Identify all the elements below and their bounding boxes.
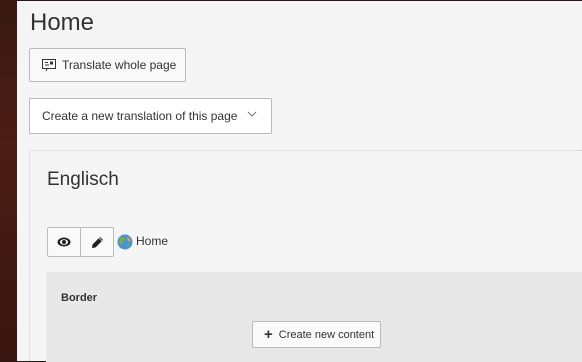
view-page-button[interactable]: [48, 228, 80, 256]
translation-select[interactable]: Create a new translation of this page: [29, 98, 272, 134]
pencil-icon: [91, 236, 103, 248]
translate-whole-page-button[interactable]: Translate whole page: [29, 48, 186, 82]
chevron-down-icon: [247, 111, 257, 117]
background-edge: [0, 0, 17, 361]
language-title: Englisch: [47, 169, 119, 190]
page-title: Home: [30, 9, 95, 36]
content-column: Border + Create new content: [46, 272, 582, 362]
main-panel: Home Translate whole page Create a new t…: [17, 1, 582, 362]
eye-icon: [57, 237, 71, 247]
column-title: Border: [61, 292, 98, 304]
language-section: Englisch Home Border + Create new conten…: [29, 150, 582, 362]
plus-icon: +: [264, 326, 273, 343]
page-action-group: [47, 227, 114, 257]
translation-select-value: Create a new translation of this page: [42, 109, 238, 123]
create-button-label: Create new content: [278, 328, 375, 341]
create-new-content-button[interactable]: + Create new content: [252, 321, 381, 348]
edit-page-button[interactable]: [80, 228, 113, 256]
page-link[interactable]: Home: [136, 234, 168, 248]
globe-icon: [117, 234, 133, 250]
translate-icon: [42, 59, 56, 71]
translate-button-label: Translate whole page: [62, 58, 177, 72]
